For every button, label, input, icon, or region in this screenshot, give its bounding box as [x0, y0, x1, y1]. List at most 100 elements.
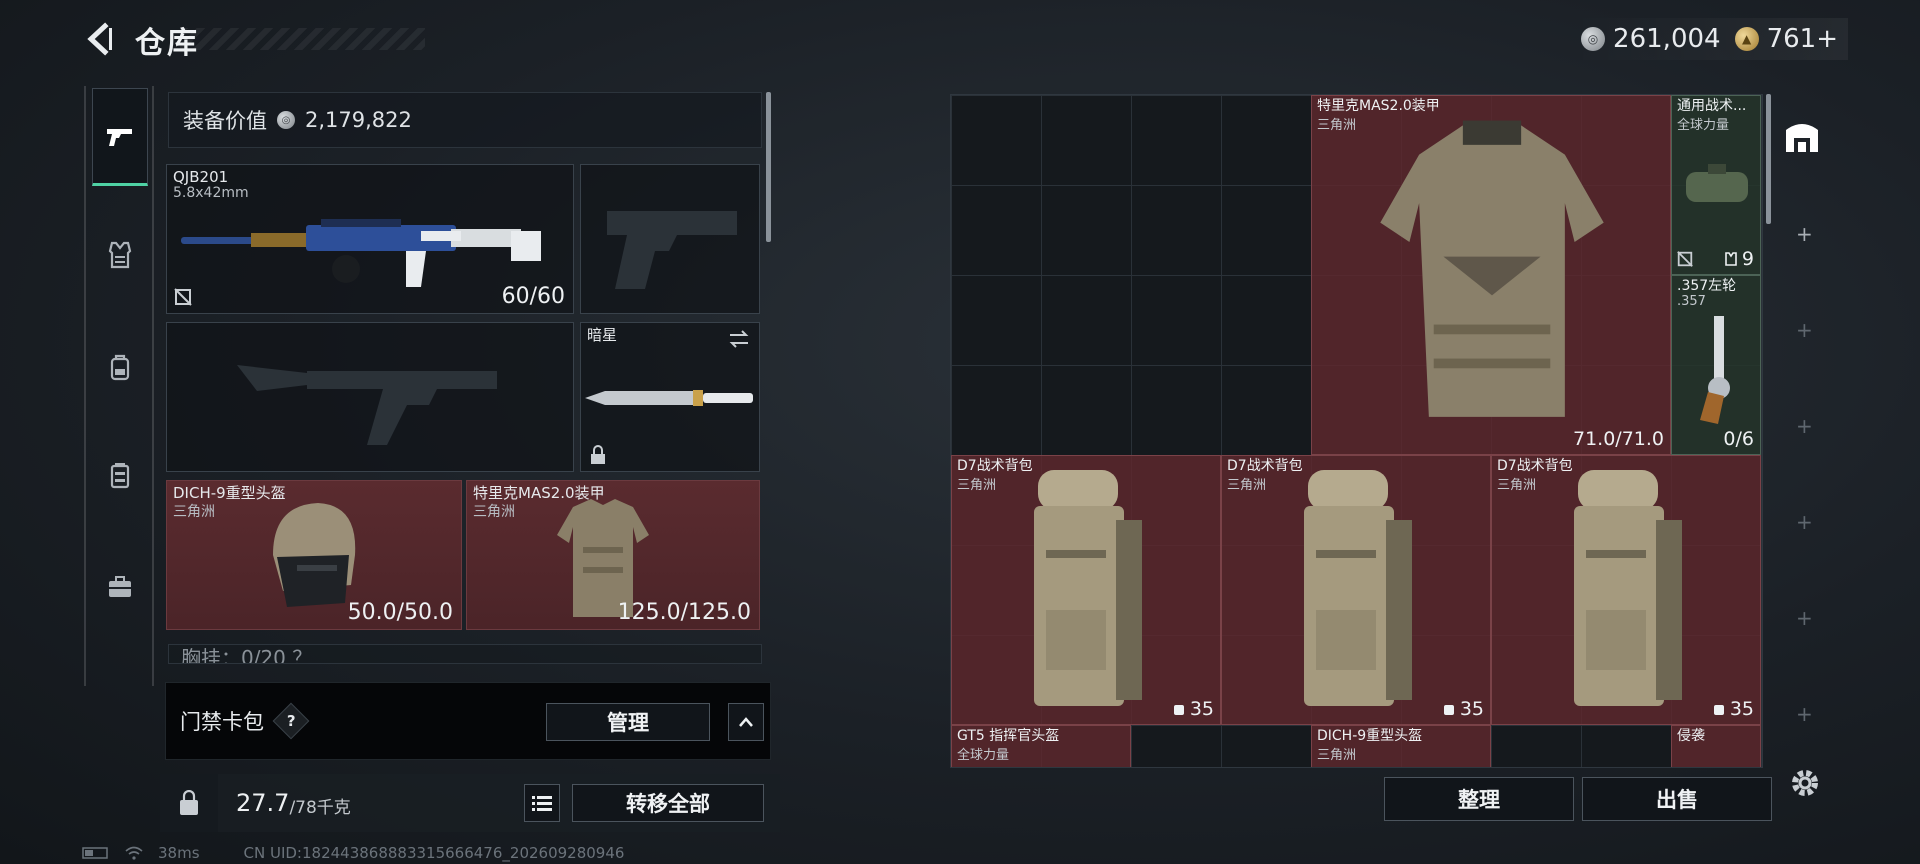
stash-item-raid[interactable]: 侵袭	[1671, 725, 1761, 767]
silver-coin-icon: ◎	[1581, 27, 1606, 51]
page-title: 仓库	[135, 26, 199, 61]
weight-value: 27.7	[236, 789, 290, 817]
warehouse-icon	[1786, 124, 1818, 152]
no-insure-icon	[1677, 251, 1693, 267]
add-page-button[interactable]: +	[1796, 702, 1813, 726]
chevron-up-icon	[739, 717, 753, 727]
armor-slot[interactable]: 特里克MAS2.0装甲 三角洲 125.0/125.0	[466, 480, 760, 630]
item-capacity: 35	[1442, 698, 1484, 720]
list-view-button[interactable]	[524, 784, 560, 822]
secondary-weapon-slot[interactable]	[580, 164, 760, 314]
stash-item-armor[interactable]: 特里克MAS2.0装甲 三角洲 71.0/71.0	[1311, 95, 1671, 455]
stash-page-rail: + + + + + +	[1772, 90, 1832, 770]
helmet-slot[interactable]: DICH-9重型头盔 三角洲 50.0/50.0	[166, 480, 462, 630]
item-sub: 三角洲	[957, 478, 997, 493]
stash-item-backpack-2[interactable]: D7战术背包 三角洲 35	[1221, 455, 1491, 725]
revolver-image	[1700, 316, 1730, 424]
melee-name: 暗星	[587, 326, 618, 344]
item-name: D7战术背包	[1227, 458, 1303, 474]
stash-item-gt5-helmet[interactable]: GT5 指挥官头盔 全球力量	[951, 725, 1131, 767]
item-capacity-value: 35	[1189, 698, 1214, 720]
stash-item-universal[interactable]: 通用战术... 全球力量 9	[1671, 95, 1761, 275]
status-bar: 38ms CN UID:18244386888331566647​6_20260…	[82, 844, 624, 862]
keycard-bar: 门禁卡包 ? 管理	[165, 682, 771, 760]
weight-bar: 27.7 /78千克 转移全部	[160, 774, 780, 832]
list-icon	[532, 796, 552, 811]
currency-bar: ◎ 261,004 ▲ 761+	[1571, 18, 1848, 60]
backpack-image	[1574, 470, 1682, 706]
add-page-button[interactable]: +	[1796, 222, 1813, 246]
battery-icon	[82, 847, 108, 859]
item-sub: 三角洲	[1227, 478, 1267, 493]
item-ammo: 0/6	[1723, 428, 1754, 450]
stash-scrollbar[interactable]	[1766, 94, 1771, 224]
add-page-button[interactable]: +	[1796, 318, 1813, 342]
weight-lock-button[interactable]	[160, 774, 218, 832]
armor-vest-icon	[108, 241, 132, 269]
bag-weight-icon	[180, 790, 198, 815]
helmet-durability: 50.0/50.0	[347, 600, 453, 625]
backpack-icon	[110, 354, 130, 381]
backpack-small-icon	[1173, 705, 1184, 715]
help-icon: ?	[286, 711, 296, 730]
gold-amount: 761+	[1766, 24, 1838, 54]
backpack-small-icon	[1713, 705, 1724, 715]
equip-value: 2,179,822	[305, 108, 412, 132]
collapse-button[interactable]	[728, 703, 764, 741]
item-name: 侵袭	[1677, 728, 1705, 744]
manage-button[interactable]: 管理	[546, 703, 710, 741]
tab-toolbox[interactable]	[92, 538, 148, 636]
stash-page-main[interactable]	[1782, 116, 1822, 156]
chest-rig-row[interactable]: 胸挂：0/20 ？	[168, 644, 762, 664]
silver-currency[interactable]: ◎ 261,004	[1581, 24, 1721, 54]
helmet-faction: 三角洲	[173, 504, 215, 520]
gold-currency[interactable]: ▲ 761+	[1734, 24, 1838, 54]
ping-value: 38ms	[158, 844, 200, 862]
rifle-silhouette-icon	[237, 365, 497, 445]
stash-item-dich-helmet[interactable]: DICH-9重型头盔 三角洲	[1311, 725, 1491, 767]
pistol-silhouette-icon	[607, 211, 737, 289]
tab-backpack[interactable]	[92, 318, 148, 416]
settings-button[interactable]	[1788, 766, 1822, 800]
back-arrow-icon	[87, 22, 112, 56]
knife-image	[585, 390, 753, 406]
duffel-bag-image	[1686, 164, 1748, 202]
rifle-image	[181, 219, 541, 287]
armor-durability: 125.0/125.0	[617, 600, 751, 625]
add-page-button[interactable]: +	[1796, 414, 1813, 438]
tab-chest-rig[interactable]	[92, 426, 148, 524]
sort-button[interactable]: 整理	[1384, 777, 1574, 821]
silver-coin-icon: ◎	[277, 111, 295, 129]
title-decoration	[180, 28, 425, 50]
secondary-primary-slot[interactable]	[166, 322, 574, 472]
backpack-small-icon	[1443, 705, 1454, 715]
tab-weapons[interactable]	[92, 88, 148, 186]
item-capacity: 9	[1724, 248, 1754, 270]
stash-grid: 特里克MAS2.0装甲 三角洲 71.0/71.0 通用战术... 全球力量 9…	[950, 94, 1763, 768]
chest-rig-icon	[110, 463, 130, 489]
swap-icon[interactable]	[727, 329, 751, 349]
loadout-scrollbar[interactable]	[766, 92, 771, 242]
add-page-button[interactable]: +	[1796, 606, 1813, 630]
sell-button[interactable]: 出售	[1582, 777, 1772, 821]
armor-image	[1380, 120, 1604, 417]
stash-item-revolver[interactable]: .357左轮 .357 0/6	[1671, 275, 1761, 455]
stash-item-backpack-3[interactable]: D7战术背包 三角洲 35	[1491, 455, 1761, 725]
briefcase-icon	[109, 576, 131, 597]
melee-slot[interactable]: 暗星	[580, 322, 760, 472]
tab-armor[interactable]	[92, 206, 148, 304]
back-button[interactable]	[80, 18, 120, 60]
equipment-value-bar: 装备价值 ◎ 2,179,822	[168, 92, 762, 148]
weapon-name: QJB201	[173, 168, 229, 186]
weight-max: /78千克	[289, 797, 351, 818]
primary-weapon-slot[interactable]: QJB201 5.8x42mm 60/60	[166, 164, 574, 314]
keycard-help-button[interactable]: ?	[272, 702, 310, 740]
item-durability: 71.0/71.0	[1572, 428, 1664, 450]
gold-coin-icon: ▲	[1734, 27, 1759, 51]
add-page-button[interactable]: +	[1796, 510, 1813, 534]
vest-small-icon	[1725, 252, 1737, 266]
keycard-label: 门禁卡包	[180, 710, 264, 734]
stash-item-backpack-1[interactable]: D7战术背包 三角洲 35	[951, 455, 1221, 725]
transfer-all-button[interactable]: 转移全部	[572, 784, 764, 822]
item-capacity: 35	[1712, 698, 1754, 720]
